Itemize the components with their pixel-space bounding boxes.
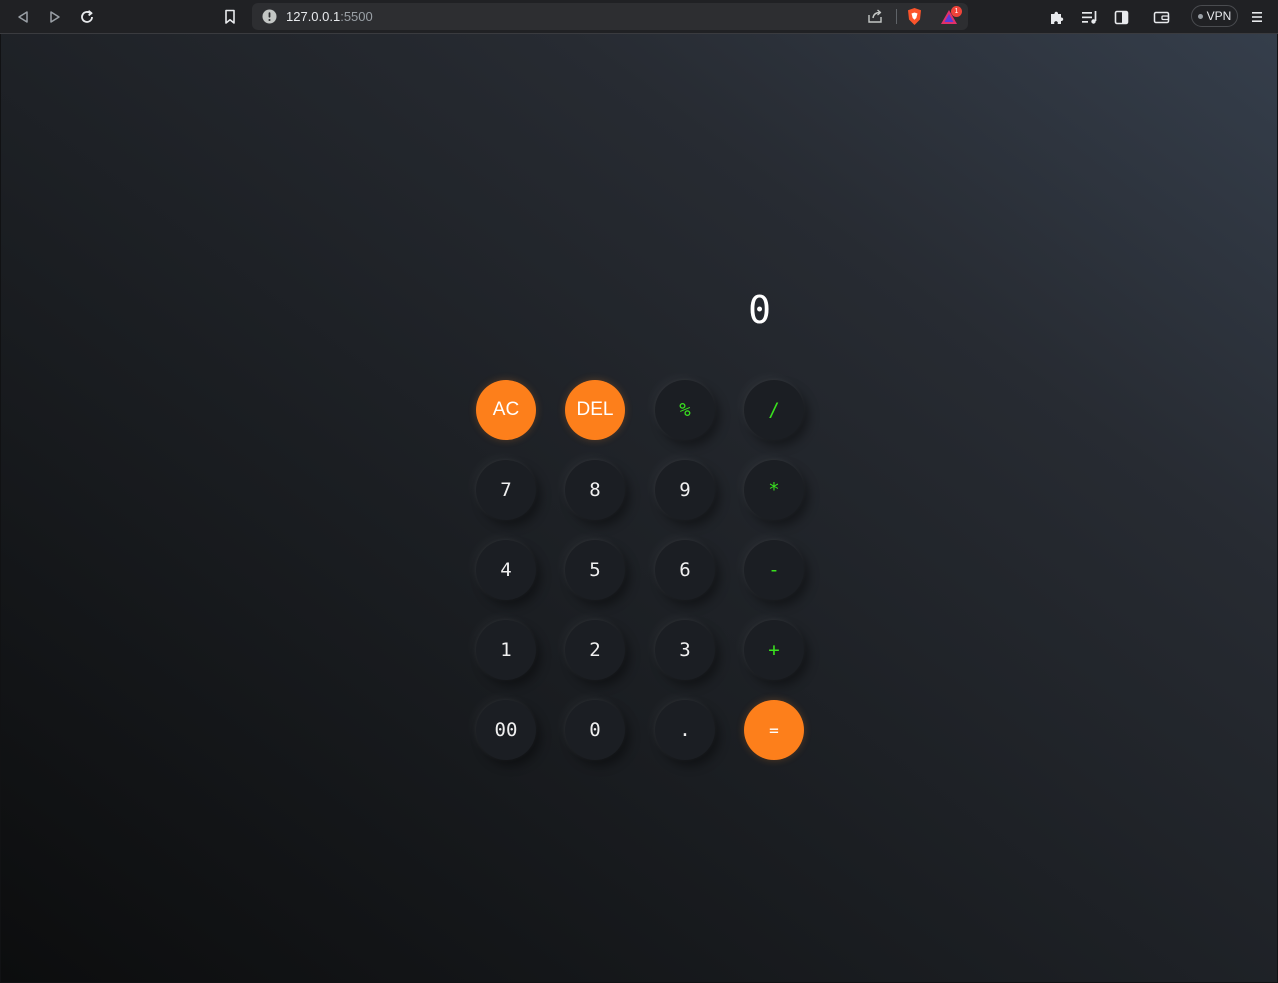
bookmark-button[interactable] xyxy=(218,5,242,29)
subtract-button[interactable]: - xyxy=(744,540,804,600)
double-zero-button[interactable]: 00 xyxy=(476,700,536,760)
reload-button[interactable] xyxy=(75,5,99,29)
divide-button[interactable]: / xyxy=(744,380,804,440)
notification-badge: 1 xyxy=(951,6,962,17)
menu-icon xyxy=(1251,10,1263,24)
sidebar-button[interactable] xyxy=(1109,5,1133,29)
digit-9-button[interactable]: 9 xyxy=(655,460,715,520)
vpn-button[interactable]: VPN xyxy=(1191,5,1238,27)
digit-7-button[interactable]: 7 xyxy=(476,460,536,520)
url-port: :5500 xyxy=(340,9,373,24)
digit-0-button[interactable]: 0 xyxy=(565,700,625,760)
main-menu-button[interactable] xyxy=(1245,5,1269,29)
all-clear-button[interactable]: AC xyxy=(476,380,536,440)
wallet-button[interactable] xyxy=(1149,5,1173,29)
url-host: 127.0.0.1 xyxy=(286,9,341,24)
page-viewport: 0 AC DEL % / 7 8 9 * 4 5 6 - 1 2 3 + 00 … xyxy=(1,34,1277,982)
calculator-display: 0 xyxy=(748,288,771,332)
digit-2-button[interactable]: 2 xyxy=(565,620,625,680)
digit-5-button[interactable]: 5 xyxy=(565,540,625,600)
omnibox-divider xyxy=(896,9,897,24)
forward-icon xyxy=(48,10,62,24)
digit-4-button[interactable]: 4 xyxy=(476,540,536,600)
digit-3-button[interactable]: 3 xyxy=(655,620,715,680)
vpn-label: VPN xyxy=(1206,9,1232,23)
playlist-icon xyxy=(1081,10,1098,25)
bookmark-icon xyxy=(223,9,237,25)
decimal-button[interactable]: . xyxy=(655,700,715,760)
brave-shields-icon[interactable] xyxy=(906,7,923,30)
share-icon[interactable] xyxy=(867,8,884,28)
forward-button[interactable] xyxy=(43,5,67,29)
url-text[interactable]: 127.0.0.1:5500 xyxy=(286,8,373,25)
playlist-button[interactable] xyxy=(1077,5,1101,29)
back-icon xyxy=(16,10,30,24)
address-bar[interactable]: 127.0.0.1:5500 1 xyxy=(252,3,968,30)
digit-8-button[interactable]: 8 xyxy=(565,460,625,520)
back-button[interactable] xyxy=(11,5,35,29)
reload-icon xyxy=(79,9,95,25)
vpn-status-dot xyxy=(1197,13,1203,19)
digit-1-button[interactable]: 1 xyxy=(476,620,536,680)
equals-button[interactable]: = xyxy=(744,700,804,760)
percent-button[interactable]: % xyxy=(655,380,715,440)
extensions-button[interactable] xyxy=(1045,5,1069,29)
delete-button[interactable]: DEL xyxy=(565,380,625,440)
add-button[interactable]: + xyxy=(744,620,804,680)
browser-toolbar: 127.0.0.1:5500 1 VPN xyxy=(0,0,1278,34)
extensions-icon xyxy=(1049,9,1065,25)
digit-6-button[interactable]: 6 xyxy=(655,540,715,600)
multiply-button[interactable]: * xyxy=(744,460,804,520)
wallet-icon xyxy=(1153,10,1170,25)
site-info-icon[interactable] xyxy=(262,9,277,24)
sidebar-icon xyxy=(1114,10,1129,25)
